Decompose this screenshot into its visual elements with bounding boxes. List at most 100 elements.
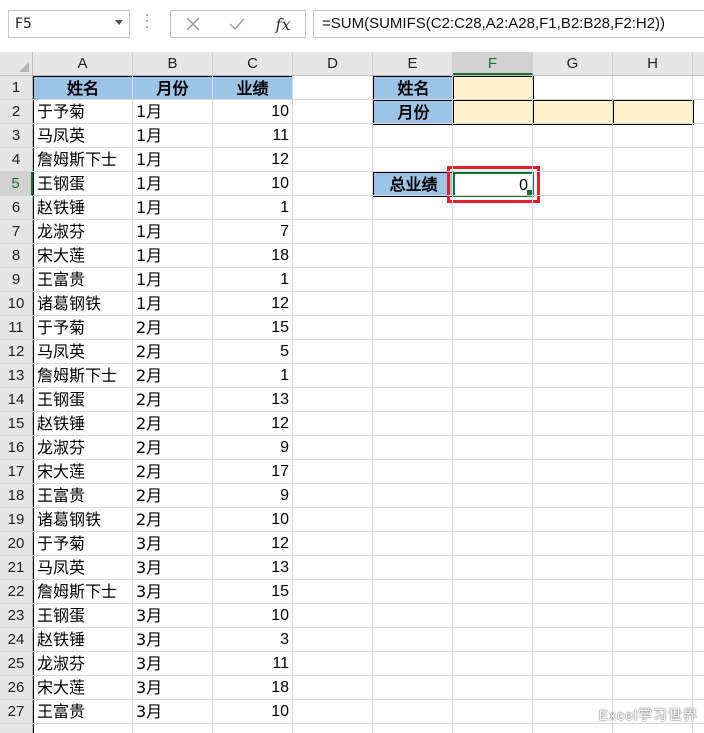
table-cell[interactable]: 2月 [133,364,213,388]
table-cell[interactable]: 赵铁锤 [33,628,133,652]
row-header-3[interactable]: 3 [0,124,33,148]
table-cell[interactable]: 17 [213,460,293,484]
table-cell[interactable]: 赵铁锤 [33,412,133,436]
row-header-8[interactable]: 8 [0,244,33,268]
row-header-13[interactable]: 13 [0,364,33,388]
table-cell[interactable]: 3月 [133,604,213,628]
table-cell[interactable]: 18 [213,676,293,700]
table-cell[interactable]: 3月 [133,628,213,652]
table-cell[interactable]: 1月 [133,292,213,316]
table-cell[interactable]: 3月 [133,652,213,676]
column-header-f[interactable]: F [453,52,533,75]
table-cell[interactable]: 7 [213,220,293,244]
close-x-icon[interactable] [173,11,213,37]
name-criteria-input[interactable] [453,76,534,101]
table-cell[interactable]: 詹姆斯下士 [33,148,133,172]
name-box[interactable]: F5 [8,10,130,38]
table-cell[interactable] [33,724,133,733]
row-header-16[interactable]: 16 [0,436,33,460]
chevron-down-icon[interactable] [115,20,123,25]
table-cell[interactable]: 3月 [133,700,213,724]
row-header-18[interactable]: 18 [0,484,33,508]
table-header-b[interactable]: 月份 [133,76,213,100]
row-header-12[interactable]: 12 [0,340,33,364]
table-cell[interactable]: 2月 [133,316,213,340]
table-cell[interactable]: 1月 [133,196,213,220]
table-cell[interactable]: 3月 [133,676,213,700]
table-cell[interactable]: 3月 [133,556,213,580]
table-cell[interactable]: 10 [213,508,293,532]
table-cell[interactable]: 12 [213,148,293,172]
column-header-h[interactable]: H [613,52,693,75]
table-cell[interactable]: 11 [213,124,293,148]
table-cell[interactable]: 2月 [133,460,213,484]
table-cell[interactable]: 1月 [133,148,213,172]
table-cell[interactable]: 1 [213,268,293,292]
table-cell[interactable]: 2月 [133,388,213,412]
table-cell[interactable]: 于予菊 [33,316,133,340]
row-header-19[interactable]: 19 [0,508,33,532]
table-cell[interactable]: 1月 [133,244,213,268]
month-criteria-label[interactable]: 月份 [373,100,454,125]
table-cell[interactable]: 1 [213,196,293,220]
column-header-a[interactable]: A [33,52,133,75]
row-header-6[interactable]: 6 [0,196,33,220]
column-header-c[interactable]: C [213,52,293,75]
select-all-button[interactable] [0,52,33,75]
table-cell[interactable]: 11 [213,652,293,676]
table-cell[interactable]: 王钢蛋 [33,604,133,628]
table-cell[interactable]: 5 [213,340,293,364]
table-cell[interactable]: 12 [213,292,293,316]
insert-function-button[interactable]: fx [263,11,303,37]
row-header-25[interactable]: 25 [0,652,33,676]
row-header-14[interactable]: 14 [0,388,33,412]
row-header-11[interactable]: 11 [0,316,33,340]
row-header-26[interactable]: 26 [0,676,33,700]
table-cell[interactable]: 15 [213,580,293,604]
table-cell[interactable]: 诸葛钢铁 [33,292,133,316]
column-header-e[interactable]: E [373,52,453,75]
month-criteria-input[interactable] [453,100,534,125]
table-cell[interactable]: 詹姆斯下士 [33,580,133,604]
spreadsheet-grid[interactable]: ABCDEFGH 姓名 月份 业绩 于予菊 1月 10 马凤英 1月 11 詹姆斯下士 1月 12 王钢… [0,52,704,733]
row-header-21[interactable]: 21 [0,556,33,580]
row-header-9[interactable]: 9 [0,268,33,292]
row-header-7[interactable]: 7 [0,220,33,244]
drag-handle-icon[interactable] [146,14,149,34]
table-cell[interactable]: 诸葛钢铁 [33,508,133,532]
row-header-15[interactable]: 15 [0,412,33,436]
table-cell[interactable]: 赵铁锤 [33,196,133,220]
table-cell[interactable]: 王钢蛋 [33,388,133,412]
table-cell[interactable]: 10 [213,700,293,724]
formula-input[interactable]: =SUM(SUMIFS(C2:C28,A2:A28,F1,B2:B28,F2:H… [313,10,704,38]
row-header-4[interactable]: 4 [0,148,33,172]
table-cell[interactable]: 2月 [133,484,213,508]
row-header-27[interactable]: 27 [0,700,33,724]
table-cell[interactable]: 宋大莲 [33,676,133,700]
table-cell[interactable]: 王钢蛋 [33,172,133,196]
table-cell[interactable]: 王富贵 [33,484,133,508]
table-cell[interactable]: 宋大莲 [33,244,133,268]
table-cell[interactable]: 龙淑芬 [33,436,133,460]
table-cell[interactable]: 龙淑芬 [33,220,133,244]
total-label[interactable]: 总业绩 [373,172,454,197]
table-cell[interactable]: 2月 [133,340,213,364]
month-criteria-input[interactable] [613,100,694,125]
table-cell[interactable]: 12 [213,412,293,436]
column-header-d[interactable]: D [293,52,373,75]
table-cell[interactable]: 宋大莲 [33,460,133,484]
row-header-24[interactable]: 24 [0,628,33,652]
table-cell[interactable]: 9 [213,484,293,508]
column-header-b[interactable]: B [133,52,213,75]
table-cell[interactable] [133,724,213,733]
checkmark-icon[interactable] [217,11,257,37]
table-cell[interactable]: 1月 [133,220,213,244]
table-cell[interactable]: 于予菊 [33,532,133,556]
table-cell[interactable]: 2月 [133,436,213,460]
table-cell[interactable]: 王富贵 [33,700,133,724]
table-cell[interactable]: 马凤英 [33,556,133,580]
table-header-c[interactable]: 业绩 [213,76,293,100]
column-header-g[interactable]: G [533,52,613,75]
table-cell[interactable]: 1月 [133,124,213,148]
table-cell[interactable]: 1月 [133,172,213,196]
